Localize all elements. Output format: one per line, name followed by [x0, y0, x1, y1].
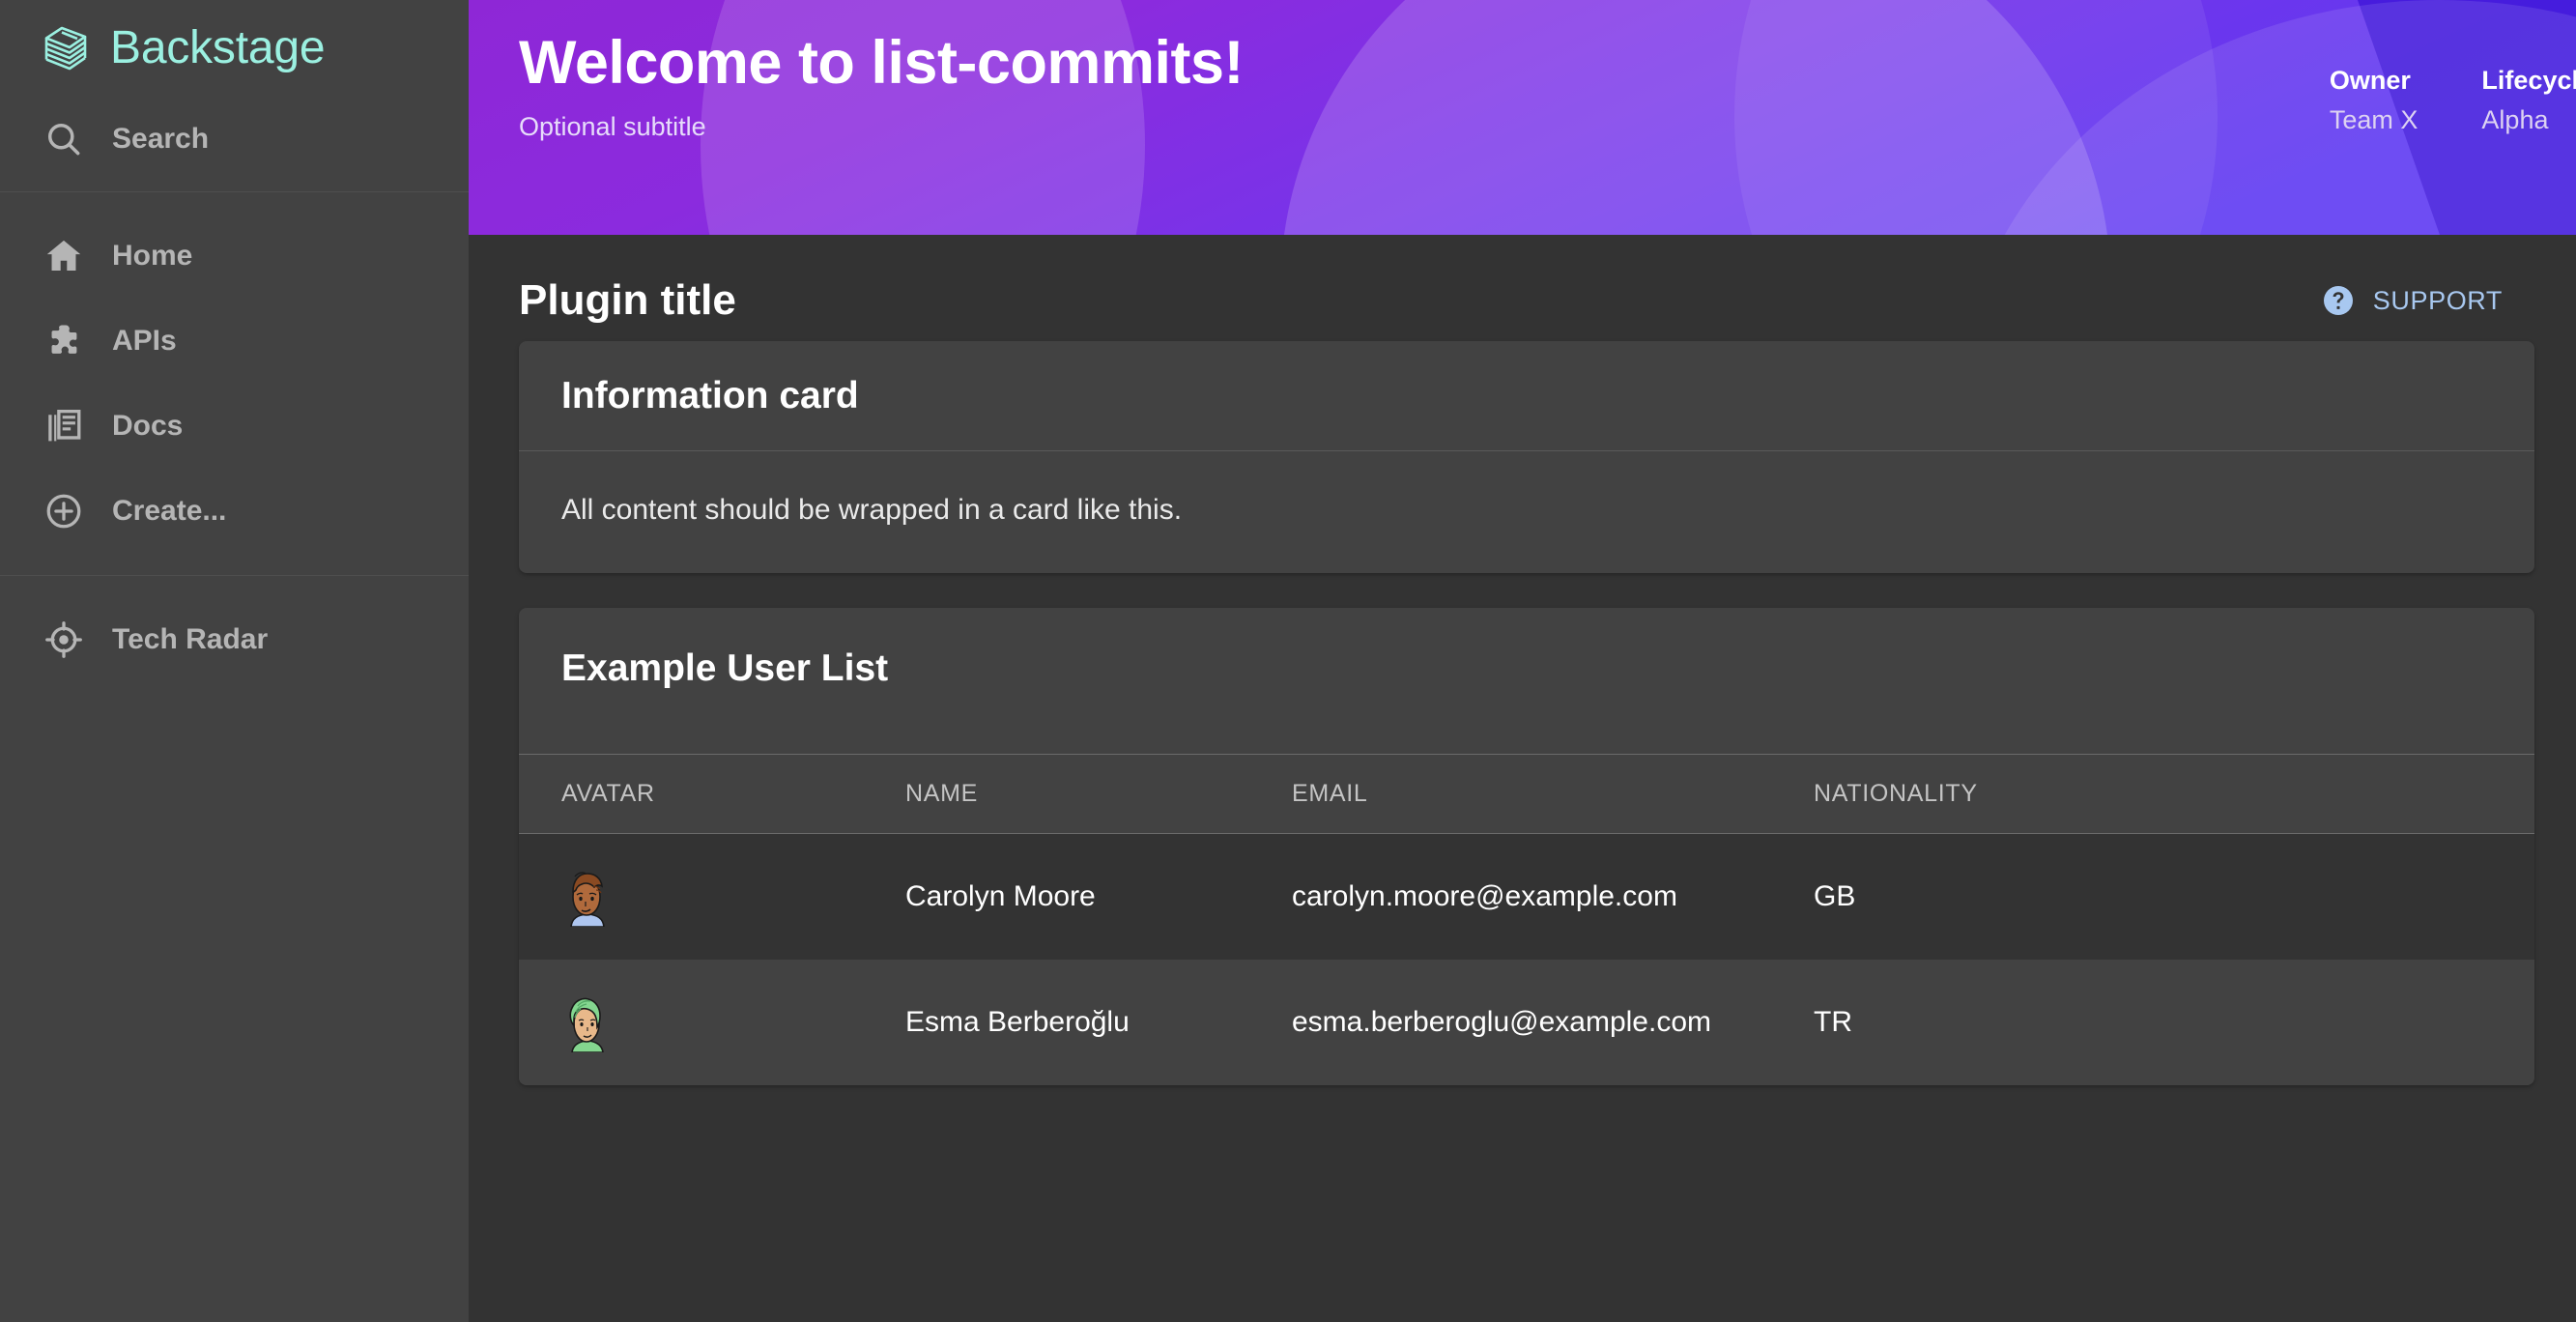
plus-circle-icon	[43, 490, 85, 532]
cell-email: carolyn.moore@example.com	[1292, 879, 1677, 912]
page-title: Welcome to list-commits!	[519, 29, 1244, 97]
table-header-row: AVATAR NAME EMAIL NATIONALITY	[519, 753, 2534, 834]
user-list-card-header: Example User List	[519, 608, 2534, 754]
avatar-carolyn-moore-icon	[561, 867, 905, 927]
sidebar-item-create[interactable]: Create...	[0, 469, 469, 554]
app-root: Backstage Search Home APIs Docs Create..…	[0, 0, 2576, 1322]
library-books-icon	[43, 405, 85, 447]
page-banner: Welcome to list-commits! Optional subtit…	[469, 0, 2576, 235]
target-crosshair-icon	[43, 618, 85, 661]
cell-email: esma.berberoglu@example.com	[1292, 1005, 1711, 1038]
sidebar-item-label: Docs	[112, 410, 184, 442]
content-area: Plugin title SUPPORT Information card Al…	[469, 235, 2576, 1322]
banner-meta-owner: Owner Team X	[2330, 66, 2419, 135]
sidebar-item-docs[interactable]: Docs	[0, 384, 469, 469]
main-content: Welcome to list-commits! Optional subtit…	[469, 0, 2576, 1322]
sidebar-item-label: Search	[112, 123, 210, 155]
information-card-body: All content should be wrapped in a card …	[519, 451, 2534, 573]
table-row[interactable]: Esma Berberoğlu esma.berberoglu@example.…	[519, 959, 2534, 1085]
plugin-header-row: Plugin title SUPPORT	[519, 235, 2532, 341]
content-bottom-spacer	[519, 1085, 2532, 1110]
cell-avatar	[519, 833, 905, 960]
sidebar-item-label: Create...	[112, 495, 227, 527]
sidebar-item-label: Tech Radar	[112, 623, 269, 655]
meta-value: Alpha	[2481, 105, 2549, 135]
avatar-esma-berberoglu-icon	[561, 992, 905, 1052]
user-table-head: AVATAR NAME EMAIL NATIONALITY	[519, 753, 2534, 834]
sidebar-item-search[interactable]: Search	[0, 97, 469, 182]
banner-meta-group: Owner Team X Lifecycle Alpha	[2330, 31, 2576, 135]
user-table: AVATAR NAME EMAIL NATIONALITY Carolyn Mo…	[519, 753, 2534, 1085]
information-card-header: Information card	[519, 341, 2534, 450]
plugin-title: Plugin title	[519, 276, 736, 324]
example-user-list-card: Example User List AVATAR NAME EMAIL NATI…	[519, 607, 2534, 1085]
meta-label: Lifecycle	[2481, 66, 2576, 95]
cell-avatar	[519, 960, 905, 1085]
cell-name: Esma Berberoğlu	[905, 1005, 1130, 1038]
support-button[interactable]: SUPPORT	[2321, 283, 2532, 318]
card-title: Example User List	[561, 647, 889, 689]
cell-nationality: GB	[1814, 879, 1856, 912]
meta-label: Owner	[2329, 66, 2411, 95]
puzzle-piece-icon	[43, 320, 85, 362]
column-header-avatar[interactable]: AVATAR	[519, 753, 905, 834]
information-card: Information card All content should be w…	[519, 341, 2534, 573]
sidebar-item-label: Home	[112, 240, 193, 272]
brand-name: Backstage	[110, 22, 326, 73]
support-label: SUPPORT	[2372, 285, 2503, 315]
column-header-name[interactable]: NAME	[905, 753, 1292, 834]
sidebar-item-home[interactable]: Home	[0, 214, 469, 299]
sidebar-item-label: APIs	[112, 325, 177, 357]
cell-name: Carolyn Moore	[905, 879, 1096, 912]
column-header-nationality[interactable]: NATIONALITY	[1814, 753, 2534, 834]
user-table-body: Carolyn Moore carolyn.moore@example.com …	[519, 833, 2534, 1085]
sidebar-item-tech-radar[interactable]: Tech Radar	[0, 597, 469, 682]
card-body-text: All content should be wrapped in a card …	[561, 493, 1183, 526]
backstage-stack-logo-icon	[41, 22, 93, 74]
banner-meta-lifecycle: Lifecycle Alpha	[2481, 66, 2576, 135]
meta-value: Team X	[2329, 105, 2419, 135]
help-circle-icon	[2321, 283, 2356, 318]
column-header-email[interactable]: EMAIL	[1292, 753, 1814, 834]
sidebar-item-apis[interactable]: APIs	[0, 299, 469, 384]
card-title: Information card	[561, 375, 859, 417]
cell-nationality: TR	[1814, 1005, 1852, 1038]
search-icon	[43, 118, 85, 160]
home-icon	[43, 235, 85, 277]
sidebar-logo[interactable]: Backstage	[0, 0, 469, 97]
page-subtitle: Optional subtitle	[519, 112, 706, 142]
sidebar: Backstage Search Home APIs Docs Create..…	[0, 0, 469, 1322]
table-row[interactable]: Carolyn Moore carolyn.moore@example.com …	[519, 833, 2534, 960]
banner-text-block: Welcome to list-commits! Optional subtit…	[519, 31, 1244, 140]
